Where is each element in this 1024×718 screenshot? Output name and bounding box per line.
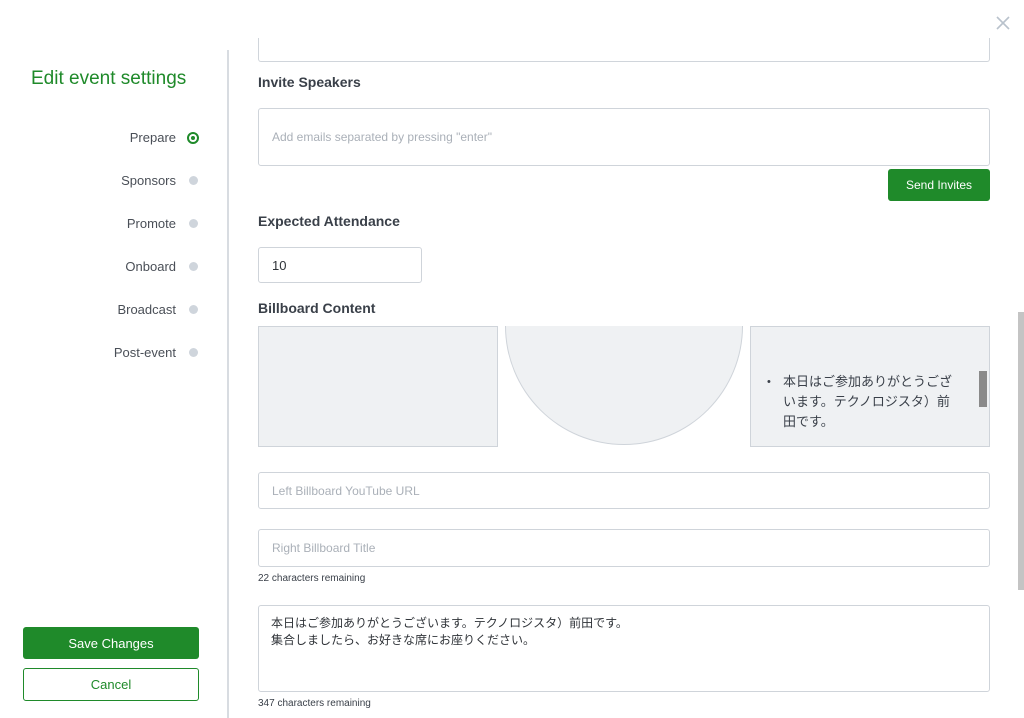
save-changes-button[interactable]: Save Changes	[23, 627, 199, 659]
billboard-content-label: Billboard Content	[258, 300, 376, 316]
preview-scrollbar[interactable]	[979, 371, 987, 407]
step-dot-icon	[189, 176, 198, 185]
step-list: Prepare Sponsors Promote Onboard Broadca…	[8, 116, 199, 374]
page-scrollbar[interactable]	[1018, 312, 1024, 590]
send-invites-button[interactable]: Send Invites	[888, 169, 990, 201]
edit-event-modal: Edit event settings Prepare Sponsors Pro…	[0, 0, 1024, 718]
step-prepare[interactable]: Prepare	[8, 116, 199, 159]
invite-speakers-label: Invite Speakers	[258, 74, 361, 90]
right-billboard-title-input[interactable]: Right Billboard Title	[258, 529, 990, 567]
title-characters-remaining: 22 characters remaining	[258, 573, 366, 584]
sidebar-divider	[227, 50, 229, 718]
previous-field-cutoff[interactable]	[258, 38, 990, 62]
step-dot-icon	[189, 348, 198, 357]
billboard-message-list: 本日はご参加ありがとうございます。テクノロジスタ）前田です。	[767, 372, 961, 432]
center-billboard-preview	[505, 326, 743, 445]
step-dot-icon	[189, 219, 198, 228]
message-characters-remaining: 347 characters remaining	[258, 698, 371, 709]
step-active-dot-icon	[187, 131, 199, 144]
step-onboard[interactable]: Onboard	[8, 245, 198, 288]
billboard-message-textarea[interactable]: 本日はご参加ありがとうございます。テクノロジスタ）前田です。 集合しましたら、お…	[258, 605, 990, 692]
settings-form: Invite Speakers Add emails separated by …	[258, 0, 991, 718]
left-billboard-preview	[258, 326, 498, 447]
step-dot-icon	[189, 262, 198, 271]
close-icon[interactable]	[994, 14, 1012, 32]
invite-email-input[interactable]: Add emails separated by pressing "enter"	[258, 108, 990, 166]
step-broadcast[interactable]: Broadcast	[8, 288, 198, 331]
expected-attendance-input[interactable]: 10	[258, 247, 422, 283]
step-sponsors[interactable]: Sponsors	[8, 159, 198, 202]
expected-attendance-label: Expected Attendance	[258, 213, 400, 229]
step-label: Onboard	[125, 259, 176, 274]
panel-title: Edit event settings	[31, 68, 187, 89]
step-dot-icon	[189, 305, 198, 314]
billboard-message-item: 本日はご参加ありがとうございます。テクノロジスタ）前田です。	[767, 372, 961, 432]
step-label: Broadcast	[117, 302, 176, 317]
step-post-event[interactable]: Post-event	[8, 331, 198, 374]
step-label: Promote	[126, 216, 176, 231]
step-label: Post-event	[113, 345, 176, 360]
step-label: Prepare	[129, 130, 176, 145]
right-billboard-preview: 本日はご参加ありがとうございます。テクノロジスタ）前田です。	[750, 326, 990, 447]
step-promote[interactable]: Promote	[8, 202, 198, 245]
left-billboard-youtube-url-input[interactable]: Left Billboard YouTube URL	[258, 472, 990, 509]
cancel-button[interactable]: Cancel	[23, 668, 199, 701]
step-label: Sponsors	[121, 173, 176, 188]
settings-sidebar: Edit event settings Prepare Sponsors Pro…	[0, 0, 228, 718]
